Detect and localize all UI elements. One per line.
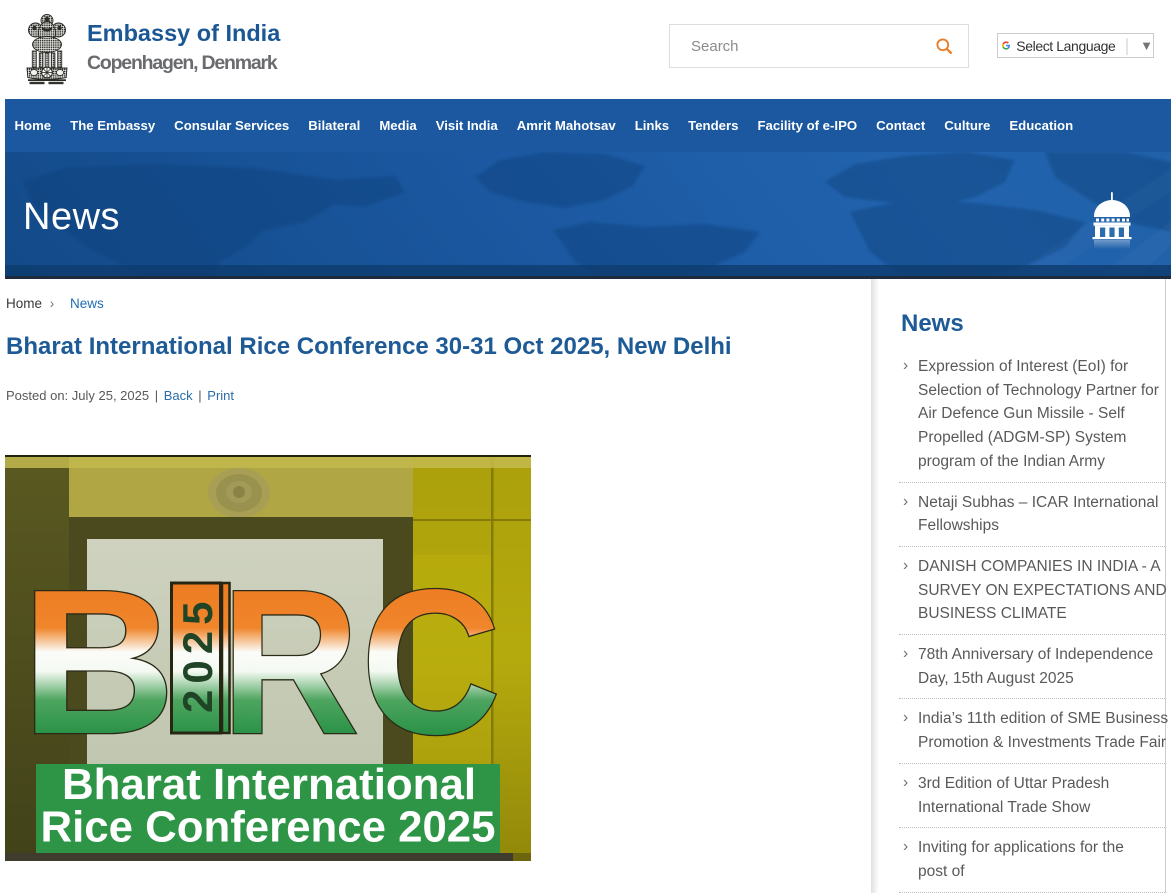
svg-text:Rice Conference 2025: Rice Conference 2025	[41, 803, 496, 852]
svg-text:2025: 2025	[174, 596, 221, 713]
svg-text:R: R	[221, 548, 359, 778]
svg-text:C: C	[361, 548, 501, 778]
svg-text:B: B	[21, 547, 176, 777]
